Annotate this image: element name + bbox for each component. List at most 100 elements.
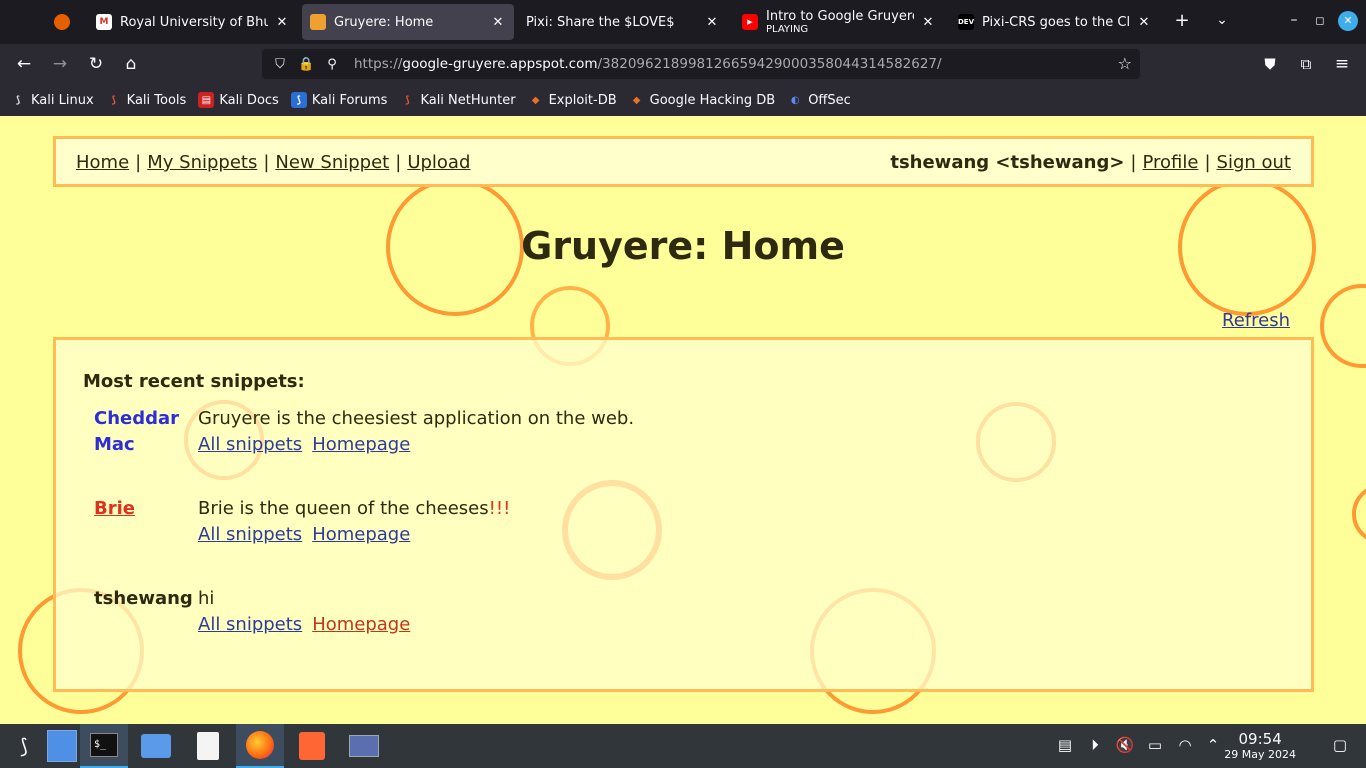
firefox-view-button[interactable] (44, 4, 80, 40)
all-snippets-link[interactable]: All snippets (198, 614, 302, 635)
extensions-icon[interactable]: ⧉ (1294, 52, 1318, 76)
tab-gruyere-home[interactable]: Gruyere: Home ✕ (302, 4, 514, 40)
upload-link[interactable]: Upload (407, 152, 470, 173)
document-glyph (197, 732, 219, 760)
tab-pixi-crs[interactable]: DEV Pixi-CRS goes to the Clou ✕ (950, 4, 1160, 40)
homepage-link[interactable]: Homepage (312, 434, 410, 455)
workspace-switcher[interactable] (38, 724, 86, 768)
lock-icon[interactable]: 🔒 (298, 57, 314, 72)
bookmark-kali-linux[interactable]: ⟆ Kali Linux (10, 92, 94, 108)
wifi-icon[interactable]: ◠ (1175, 736, 1195, 754)
text-editor-icon[interactable] (184, 724, 232, 768)
decor-circle (976, 402, 1056, 482)
close-icon[interactable]: ✕ (920, 15, 936, 30)
close-icon[interactable]: ✕ (274, 15, 290, 30)
bookmark-label: Kali Tools (126, 92, 187, 108)
show-desktop-icon[interactable]: ▢ (1330, 736, 1350, 754)
bookmark-kali-forums[interactable]: ⟆ Kali Forums (290, 92, 387, 108)
pocket-icon[interactable]: ⛊ (1258, 52, 1282, 76)
url-text[interactable]: https://google-gruyere.appspot.com/38209… (354, 56, 942, 72)
gmail-icon: M (96, 14, 112, 30)
firefox-glyph (246, 731, 274, 759)
bookmark-google-hacking-db[interactable]: ◆ Google Hacking DB (629, 92, 775, 108)
chevron-up-icon[interactable]: ⌃ (1203, 736, 1223, 754)
list-tabs-button[interactable]: ⌄ (1212, 12, 1232, 28)
snippet-links: All snippets Homepage (198, 612, 410, 638)
current-user: tshewang <tshewang> (890, 152, 1125, 173)
bookmark-offsec[interactable]: ◐ OffSec (787, 92, 851, 108)
refresh-link[interactable]: Refresh (1222, 310, 1290, 331)
terminal-icon[interactable]: $_ (80, 724, 128, 768)
snippet-author-link[interactable]: Brie (94, 496, 194, 522)
sign-out-link[interactable]: Sign out (1217, 152, 1291, 173)
gruyere-page: Home | My Snippets | New Snippet | Upload tshe… (0, 116, 1366, 724)
folder-glyph (141, 734, 171, 758)
close-icon[interactable]: ✕ (490, 15, 506, 30)
homepage-link[interactable]: Homepage (312, 524, 410, 545)
shield-icon[interactable]: ⛉ (272, 57, 288, 72)
bookmark-kali-docs[interactable]: ▤ Kali Docs (198, 92, 279, 108)
menu-separator: | (1130, 152, 1137, 173)
tab-youtube[interactable]: ▶ Intro to Google Gruyere - PLAYING ✕ (734, 4, 944, 40)
bookmark-exploit-db[interactable]: ◆ Exploit-DB (528, 92, 617, 108)
bookmarks-toolbar: ⟆ Kali Linux ⟆ Kali Tools ▤ Kali Docs ⟆ Kali… (0, 84, 1366, 116)
screenshot-tool-icon[interactable] (340, 724, 388, 768)
close-icon[interactable]: ✕ (1136, 15, 1152, 30)
author-name: Cheddar (94, 408, 180, 429)
tab-title: Pixi-CRS goes to the Clou (982, 14, 1130, 30)
snippet-author-link[interactable]: Cheddar Mac (94, 406, 194, 458)
forward-arrow-icon[interactable]: → (48, 52, 72, 76)
snippet-text: Brie is the queen of the cheeses!!! (198, 496, 510, 522)
media-player-icon[interactable]: ⏵ (1085, 736, 1105, 754)
all-snippets-link[interactable]: All snippets (198, 434, 302, 455)
address-bar[interactable]: ⛉ 🔒 ⚲ https://google-gruyere.appspot.com… (262, 49, 1140, 79)
decor-circle (1320, 284, 1366, 368)
bookmark-kali-nethunter[interactable]: ⟆ Kali NetHunter (399, 92, 515, 108)
kali-forums-icon: ⟆ (290, 92, 307, 108)
menu-bar: Home | My Snippets | New Snippet | Upload tshe… (53, 136, 1314, 187)
reload-icon[interactable]: ↻ (84, 52, 108, 76)
tab-royal-university[interactable]: M Royal University of Bhuta ✕ (88, 4, 298, 40)
clock[interactable]: 09:54 29 May 2024 (1224, 730, 1296, 761)
my-snippets-link[interactable]: My Snippets (147, 152, 257, 173)
tab-pixi[interactable]: Pixi: Share the $LOVE$ ✕ (518, 4, 728, 40)
home-icon[interactable]: ⌂ (119, 52, 143, 76)
menu-left: Home | My Snippets | New Snippet | Upload (76, 152, 470, 173)
author-name-cont: Mac (94, 434, 135, 455)
bookmark-star-icon[interactable]: ☆ (1118, 54, 1132, 73)
close-icon[interactable]: ✕ (704, 15, 720, 30)
burp-suite-icon[interactable] (288, 724, 336, 768)
snippet-author: tshewang (94, 588, 193, 609)
tab-title: Royal University of Bhuta (120, 14, 268, 30)
firefox-icon (54, 14, 70, 30)
decor-circle (562, 480, 662, 580)
permissions-icon[interactable]: ⚲ (324, 57, 340, 72)
new-snippet-link[interactable]: New Snippet (275, 152, 389, 173)
playing-label: PLAYING (766, 24, 809, 35)
close-window-button[interactable]: ✕ (1338, 11, 1358, 31)
tab-title-block: Intro to Google Gruyere - PLAYING (766, 9, 914, 35)
back-arrow-icon[interactable]: ← (12, 52, 36, 76)
battery-icon[interactable]: ▭ (1145, 736, 1165, 754)
firefox-taskbar-icon[interactable] (236, 724, 284, 768)
minimize-button[interactable]: – (1284, 12, 1304, 28)
bookmark-label: Kali Docs (219, 92, 279, 108)
bookmark-label: Exploit-DB (548, 92, 617, 108)
home-link[interactable]: Home (76, 152, 129, 173)
url-path: /382096218998126659429000358044314582627… (597, 56, 942, 72)
all-snippets-link[interactable]: All snippets (198, 524, 302, 545)
homepage-link[interactable]: Homepage (312, 614, 410, 635)
dev-icon: DEV (958, 14, 974, 30)
volume-muted-icon[interactable]: 🔇 (1115, 736, 1135, 754)
navigation-bar: ← → ↻ ⌂ ⛉ 🔒 ⚲ https://google-gruyere.app… (0, 44, 1366, 84)
menu-icon[interactable]: ≡ (1330, 52, 1354, 76)
bookmark-kali-tools[interactable]: ⟆ Kali Tools (106, 92, 187, 108)
menu-separator: | (1204, 152, 1211, 173)
maximize-button[interactable]: ◻ (1310, 14, 1330, 27)
clipboard-icon[interactable]: ▤ (1055, 736, 1075, 754)
tab-title: Pixi: Share the $LOVE$ (526, 14, 675, 30)
file-manager-icon[interactable] (132, 724, 180, 768)
profile-link[interactable]: Profile (1142, 152, 1198, 173)
exploit-db-icon: ◆ (531, 94, 540, 106)
new-tab-button[interactable]: + (1172, 10, 1192, 31)
